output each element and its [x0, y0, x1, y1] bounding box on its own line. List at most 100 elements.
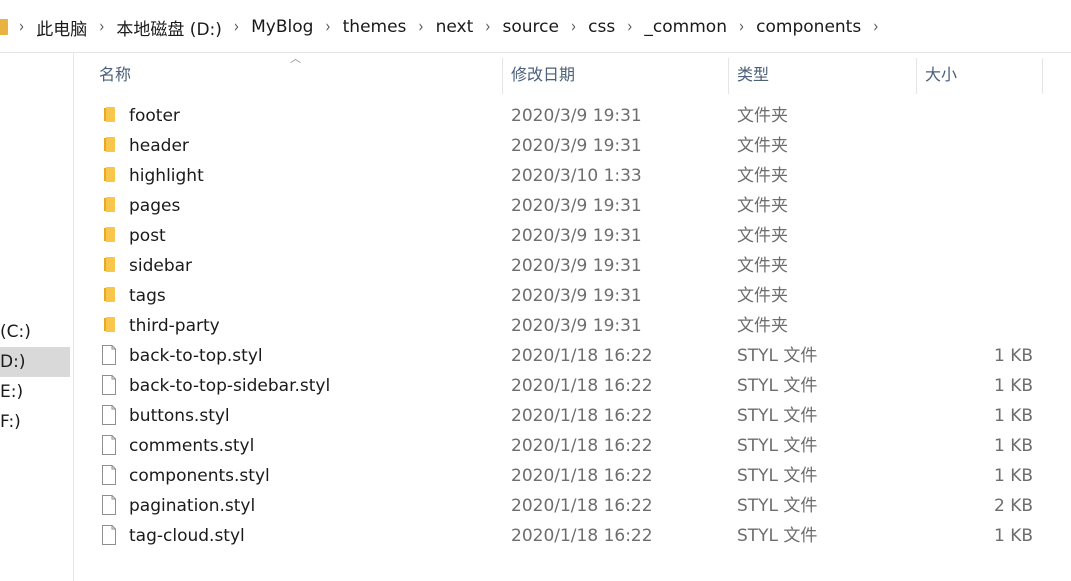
column-divider[interactable] — [728, 58, 729, 94]
navigation-pane[interactable]: (C:) D:) E:) F:) — [0, 53, 74, 581]
column-header-size[interactable]: 大小 — [925, 53, 957, 97]
file-modified-date: 2020/3/10 1:33 — [511, 166, 642, 186]
file-name: pagination.styl — [129, 496, 256, 516]
file-row[interactable]: back-to-top-sidebar.styl 2020/1/18 16:22 S… — [74, 371, 1071, 401]
breadcrumb-item[interactable]: components — [756, 17, 861, 37]
file-icon — [102, 495, 116, 515]
breadcrumb-item[interactable]: MyBlog — [251, 17, 313, 37]
file-modified-date: 2020/3/9 19:31 — [511, 226, 642, 246]
nav-item-label: F:) — [0, 412, 21, 432]
chevron-right-icon[interactable]: › — [99, 17, 104, 37]
chevron-right-icon[interactable]: › — [325, 17, 330, 37]
folder-row[interactable]: sidebar 2020/3/9 19:31 文件夹 — [74, 251, 1071, 281]
nav-item-drive-e[interactable]: E:) — [0, 377, 70, 407]
file-type: 文件夹 — [737, 316, 788, 336]
breadcrumb-item[interactable]: _common — [644, 17, 727, 37]
address-bar[interactable]: › 此电脑 › 本地磁盘 (D:) › MyBlog › themes › next › source… — [0, 0, 1071, 53]
file-name: back-to-top.styl — [129, 346, 263, 366]
folder-row[interactable]: header 2020/3/9 19:31 文件夹 — [74, 131, 1071, 161]
nav-item-drive-d[interactable]: D:) — [0, 347, 70, 377]
file-modified-date: 2020/3/9 19:31 — [511, 286, 642, 306]
file-icon — [102, 525, 116, 545]
file-size: 1 KB — [993, 526, 1033, 546]
file-type: 文件夹 — [737, 166, 788, 186]
folder-row[interactable]: highlight 2020/3/10 1:33 文件夹 — [74, 161, 1071, 191]
folder-row[interactable]: post 2020/3/9 19:31 文件夹 — [74, 221, 1071, 251]
chevron-right-icon[interactable]: › — [627, 17, 632, 37]
nav-item-drive-c[interactable]: (C:) — [0, 317, 70, 347]
column-header-row: ︿ 名称 修改日期 类型 大小 — [74, 53, 1071, 97]
file-modified-date: 2020/3/9 19:31 — [511, 136, 642, 156]
file-name: comments.styl — [129, 436, 255, 456]
file-type: 文件夹 — [737, 136, 788, 156]
folder-row[interactable]: pages 2020/3/9 19:31 文件夹 — [74, 191, 1071, 221]
column-header-date[interactable]: 修改日期 — [511, 53, 575, 97]
file-name: buttons.styl — [129, 406, 230, 426]
column-divider[interactable] — [1042, 58, 1043, 94]
chevron-right-icon[interactable]: › — [739, 17, 744, 37]
folder-row[interactable]: third-party 2020/3/9 19:31 文件夹 — [74, 311, 1071, 341]
breadcrumb-item[interactable]: next — [436, 17, 474, 37]
breadcrumb-item[interactable]: 本地磁盘 (D:) — [116, 15, 222, 40]
file-row[interactable]: tag-cloud.styl 2020/1/18 16:22 STYL 文件 1 KB — [74, 521, 1071, 551]
column-divider[interactable] — [502, 58, 503, 94]
folder-icon — [104, 317, 115, 332]
nav-item-label: E:) — [0, 382, 24, 402]
file-size: 1 KB — [993, 406, 1033, 426]
nav-item-label: D:) — [0, 352, 26, 372]
column-header-type[interactable]: 类型 — [737, 53, 769, 97]
file-row[interactable]: pagination.styl 2020/1/18 16:22 STYL 文件 2 K… — [74, 491, 1071, 521]
file-type: STYL 文件 — [737, 436, 818, 456]
file-name: pages — [129, 196, 181, 216]
file-modified-date: 2020/1/18 16:22 — [511, 436, 653, 456]
file-icon — [102, 435, 116, 455]
file-modified-date: 2020/1/18 16:22 — [511, 526, 653, 546]
file-type: STYL 文件 — [737, 376, 818, 396]
chevron-right-icon[interactable]: › — [19, 17, 24, 37]
file-name: post — [129, 226, 166, 246]
chevron-right-icon[interactable]: › — [485, 17, 490, 37]
folder-row[interactable]: footer 2020/3/9 19:31 文件夹 — [74, 101, 1071, 131]
nav-item-label: (C:) — [0, 322, 31, 342]
column-header-name[interactable]: 名称 — [99, 53, 131, 97]
nav-item-drive-f[interactable]: F:) — [0, 407, 70, 437]
file-name: back-to-top-sidebar.styl — [129, 376, 331, 396]
file-modified-date: 2020/1/18 16:22 — [511, 406, 653, 426]
file-row[interactable]: comments.styl 2020/1/18 16:22 STYL 文件 1 KB — [74, 431, 1071, 461]
file-type: STYL 文件 — [737, 346, 818, 366]
file-icon — [102, 405, 116, 425]
folder-icon — [0, 19, 8, 35]
file-row[interactable]: buttons.styl 2020/1/18 16:22 STYL 文件 1 KB — [74, 401, 1071, 431]
chevron-right-icon[interactable]: › — [418, 17, 423, 37]
breadcrumb-item[interactable]: source — [502, 17, 558, 37]
folder-icon — [104, 227, 115, 242]
chevron-right-icon[interactable]: › — [873, 17, 878, 37]
file-name: third-party — [129, 316, 220, 336]
column-divider[interactable] — [916, 58, 917, 94]
file-name: footer — [129, 106, 180, 126]
chevron-right-icon[interactable]: › — [234, 17, 239, 37]
file-row[interactable]: back-to-top.styl 2020/1/18 16:22 STYL 文件 1 … — [74, 341, 1071, 371]
file-name: sidebar — [129, 256, 193, 276]
chevron-right-icon[interactable]: › — [571, 17, 576, 37]
breadcrumb-item[interactable]: themes — [343, 17, 407, 37]
file-name: components.styl — [129, 466, 270, 486]
file-size: 1 KB — [993, 436, 1033, 456]
folder-row[interactable]: tags 2020/3/9 19:31 文件夹 — [74, 281, 1071, 311]
breadcrumb-item[interactable]: 此电脑 — [36, 15, 87, 40]
breadcrumb-item[interactable]: css — [588, 17, 615, 37]
file-name: header — [129, 136, 189, 156]
file-type: 文件夹 — [737, 286, 788, 306]
file-modified-date: 2020/1/18 16:22 — [511, 496, 653, 516]
folder-icon — [104, 197, 115, 212]
file-icon — [102, 345, 116, 365]
file-size: 1 KB — [993, 376, 1033, 396]
file-type: 文件夹 — [737, 106, 788, 126]
folder-icon — [104, 287, 115, 302]
file-size: 1 KB — [993, 466, 1033, 486]
file-size: 2 KB — [993, 496, 1033, 516]
file-row[interactable]: components.styl 2020/1/18 16:22 STYL 文件 1 K… — [74, 461, 1071, 491]
file-type: STYL 文件 — [737, 496, 818, 516]
file-modified-date: 2020/3/9 19:31 — [511, 256, 642, 276]
file-list[interactable]: footer 2020/3/9 19:31 文件夹 header 2020/3/9 1… — [74, 101, 1071, 551]
